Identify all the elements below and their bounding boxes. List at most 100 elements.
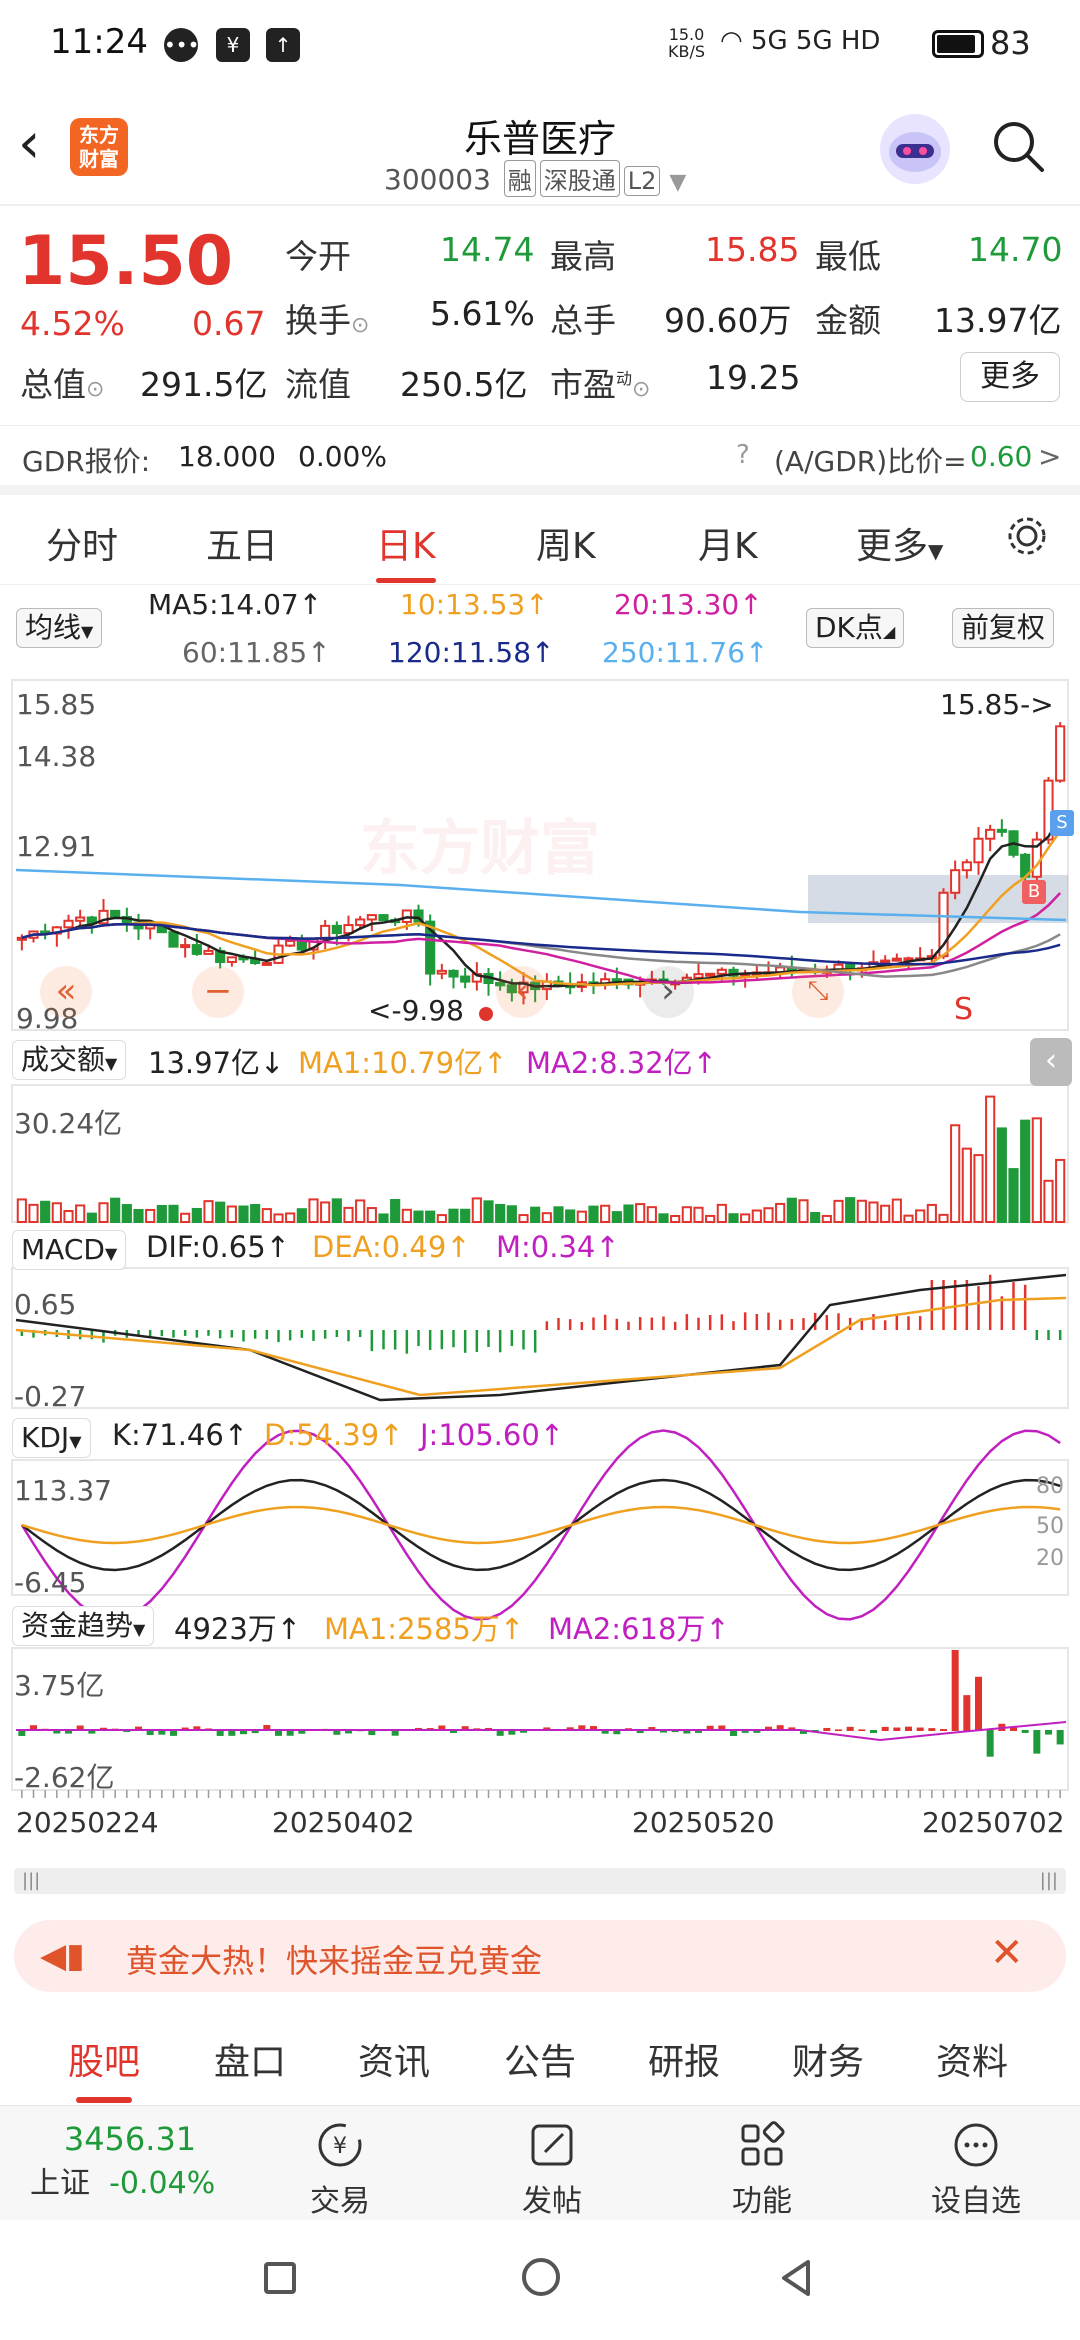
volume-bar	[145, 1208, 156, 1224]
candle-body	[355, 918, 366, 927]
volume-bar	[646, 1206, 657, 1223]
fund-bar	[963, 1695, 971, 1731]
candle-body	[705, 972, 716, 977]
candle-body	[75, 916, 86, 922]
add-watchlist-button[interactable]: 设自选	[916, 2120, 1036, 2220]
volume-ma2: MA2:8.32亿↑	[526, 1046, 717, 1080]
candle-body	[296, 939, 307, 951]
back-nav-icon[interactable]	[778, 2258, 814, 2298]
date-label: 20250224	[16, 1806, 159, 1839]
buy-marker[interactable]: B	[1022, 880, 1046, 904]
fund-bar	[893, 1727, 901, 1731]
volume-bar	[670, 1214, 681, 1224]
volume-bar	[763, 1207, 774, 1224]
volume-bar	[203, 1200, 214, 1224]
kdj-selector[interactable]: KDJ▼	[12, 1418, 91, 1458]
home-icon[interactable]	[522, 2258, 560, 2296]
grid-icon	[741, 2121, 785, 2166]
volume-bar	[611, 1211, 622, 1224]
collapse-panel-icon[interactable]: ‹	[1030, 1038, 1072, 1086]
tab-research[interactable]: 研报	[648, 2033, 720, 2085]
fund-bar	[846, 1726, 854, 1731]
volume-bar	[1043, 1179, 1054, 1224]
scroll-handle-left[interactable]: |||	[22, 1870, 40, 1891]
volume-bar	[775, 1202, 786, 1224]
candle-body	[448, 969, 459, 978]
volume-bar	[156, 1204, 167, 1223]
expand-icon[interactable]: ⤡	[792, 966, 844, 1018]
volume-bar	[1031, 1117, 1042, 1224]
prev-icon[interactable]: ‹	[496, 966, 548, 1018]
volume-bar	[588, 1205, 599, 1223]
low-marker: <-9.98	[368, 994, 464, 1027]
volume-bar	[693, 1206, 704, 1224]
candle-body	[331, 924, 342, 935]
candle-body	[973, 837, 984, 864]
volume-bar	[98, 1202, 109, 1223]
volume-bar	[728, 1213, 739, 1223]
svg-text:¥: ¥	[333, 2134, 347, 2159]
candle-body	[203, 949, 214, 955]
chart-scrollbar[interactable]: ||| |||	[14, 1868, 1066, 1894]
low-dot	[479, 1007, 493, 1021]
volume-bar	[751, 1209, 762, 1224]
volume-bar	[238, 1205, 249, 1224]
post-button[interactable]: 发帖	[492, 2120, 612, 2220]
rewind-icon[interactable]: «	[40, 966, 92, 1018]
kdj-ref-50: 50	[1036, 1514, 1064, 1539]
close-icon[interactable]: ✕	[990, 1930, 1024, 1976]
volume-bar	[296, 1208, 307, 1223]
tab-profile[interactable]: 资料	[936, 2033, 1008, 2085]
trade-button[interactable]: ¥ 交易	[280, 2120, 400, 2220]
date-label: 20250402	[272, 1806, 415, 1839]
sell-marker[interactable]: S	[1050, 810, 1074, 836]
tab-forum[interactable]: 股吧	[68, 2033, 140, 2103]
recent-apps-icon[interactable]	[264, 2262, 296, 2294]
kdj-d-line	[21, 1505, 1061, 1545]
volume-bar	[810, 1211, 821, 1224]
fund-ma1: MA1:2585万↑	[324, 1612, 525, 1646]
macd-axis-bottom: -0.27	[14, 1380, 87, 1413]
volume-bar	[1055, 1158, 1066, 1223]
price-axis-top: 15.85	[16, 688, 97, 721]
volume-bar	[495, 1203, 506, 1223]
banner-text: 黄金大热！快来摇金豆兑黄金	[126, 1942, 543, 1980]
volume-bar	[110, 1197, 121, 1223]
index-ticker[interactable]: 3456.31 上证 -0.04%	[30, 2120, 230, 2202]
candle-body	[716, 968, 727, 975]
function-button[interactable]: 功能	[702, 2120, 822, 2220]
price-axis-3: 12.91	[16, 830, 97, 863]
volume-bar	[985, 1095, 996, 1224]
candle-body	[436, 969, 447, 975]
tab-finance[interactable]: 财务	[792, 2033, 864, 2085]
volume-bar	[705, 1214, 716, 1223]
candle-body	[460, 975, 471, 983]
macd-selector[interactable]: MACD▼	[12, 1230, 127, 1270]
volume-bar	[343, 1206, 354, 1223]
bottom-nav: 3456.31 上证 -0.04% ¥ 交易 发帖 功能 设自选	[0, 2105, 1080, 2220]
fund-bar	[905, 1726, 912, 1731]
volume-bar	[798, 1199, 809, 1224]
volume-bar	[833, 1199, 844, 1223]
next-icon[interactable]: ›	[642, 966, 694, 1018]
volume-bar	[973, 1154, 984, 1224]
volume-bar	[483, 1200, 494, 1223]
volume-bar	[880, 1204, 891, 1223]
tab-news[interactable]: 资讯	[358, 2033, 430, 2085]
zoom-out-icon[interactable]: −	[192, 966, 244, 1018]
index-name: 上证	[30, 2166, 90, 2201]
tab-orderbook[interactable]: 盘口	[214, 2033, 286, 2085]
scroll-handle-right[interactable]: |||	[1040, 1870, 1058, 1891]
volume-bar	[868, 1201, 879, 1224]
volume-bar	[471, 1197, 482, 1224]
volume-bar	[541, 1212, 552, 1224]
volume-selector[interactable]: 成交额▼	[12, 1040, 127, 1080]
volume-bar	[996, 1127, 1007, 1224]
promo-banner[interactable]: ◀▮ 黄金大热！快来摇金豆兑黄金 ✕	[14, 1920, 1066, 1992]
kline-chart[interactable]	[0, 0, 1080, 1900]
index-value: 3456.31	[63, 2120, 197, 2158]
tab-announcements[interactable]: 公告	[504, 2033, 576, 2085]
yen-icon: ¥	[318, 2123, 362, 2167]
kdj-axis-bottom: -6.45	[14, 1566, 87, 1599]
fund-selector[interactable]: 资金趋势▼	[12, 1606, 155, 1646]
